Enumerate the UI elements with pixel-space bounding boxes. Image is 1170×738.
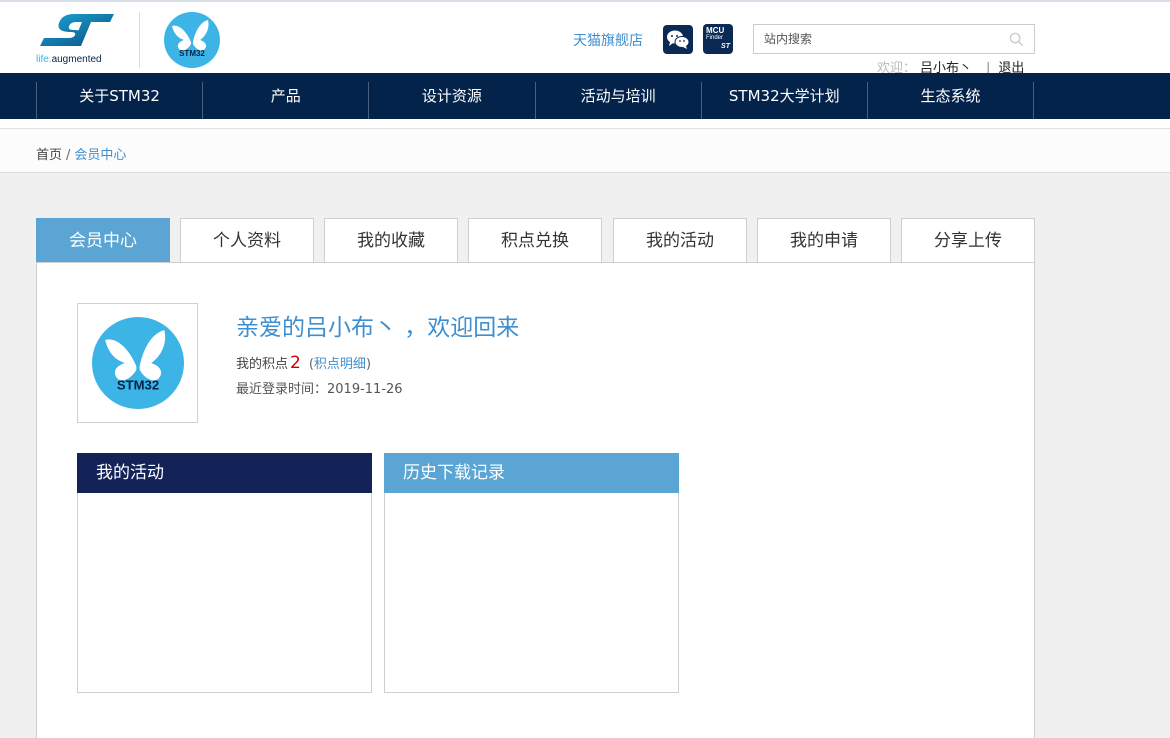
breadcrumb: 首页 / 会员中心 <box>36 144 126 163</box>
mcu-finder-st-mark: ST <box>721 43 730 50</box>
avatar: STM32 <box>77 303 198 423</box>
welcome-title: 亲爱的吕小布丶 ，欢迎回来 <box>236 315 520 341</box>
stm32-logo[interactable]: STM32 <box>164 12 220 68</box>
points-detail-close: ) <box>365 357 372 372</box>
search-box <box>753 24 1035 54</box>
st-logo-icon <box>40 14 114 46</box>
breadcrumb-bar: 首页 / 会员中心 <box>0 128 1170 173</box>
my-activities-box: 我的活动 <box>77 453 372 693</box>
stm32-butterfly-avatar-icon: STM32 <box>92 317 184 409</box>
mcu-finder-button[interactable]: MCU Finder ST <box>703 24 733 54</box>
points-line: 我的积点 2 (积点明细) <box>236 353 371 373</box>
avatar-badge-text: STM32 <box>117 377 159 392</box>
st-logo[interactable]: life.augmented <box>36 12 118 68</box>
breadcrumb-separator: / <box>66 148 71 163</box>
wechat-button[interactable] <box>663 25 693 54</box>
search-icon[interactable] <box>1009 32 1024 47</box>
breadcrumb-current[interactable]: 会员中心 <box>74 148 126 163</box>
stm32-butterfly-icon: STM32 <box>164 12 220 68</box>
points-detail: (积点明细) <box>309 357 371 372</box>
tmall-store-link[interactable]: 天猫旗舰店 <box>573 30 643 50</box>
tab-my-applications[interactable]: 我的申请 <box>757 218 891 263</box>
points-value: 2 <box>290 353 301 373</box>
download-history-box: 历史下载记录 <box>384 453 679 693</box>
member-center-panel: STM32 亲爱的吕小布丶 ，欢迎回来 我的积点 2 (积点明细) 最近登录时间：2… <box>36 262 1035 738</box>
download-history-title: 历史下载记录 <box>384 453 679 493</box>
tab-member-center[interactable]: 会员中心 <box>36 218 170 263</box>
tab-profile[interactable]: 个人资料 <box>180 218 314 263</box>
mcu-finder-subtitle: Finder <box>706 35 724 41</box>
points-detail-link[interactable]: 积点明细 <box>314 357 366 372</box>
site-header: life.augmented STM32 天猫旗舰店 MCU Finder ST <box>0 0 1170 76</box>
search-input[interactable] <box>754 25 1004 53</box>
points-label: 我的积点 <box>236 357 289 372</box>
brand-tagline: life.augmented <box>36 54 102 65</box>
mcu-finder-title: MCU <box>706 26 725 35</box>
breadcrumb-home[interactable]: 首页 <box>36 148 62 163</box>
nav-bottom-strip <box>0 119 1170 128</box>
tab-share-upload[interactable]: 分享上传 <box>901 218 1035 263</box>
tab-my-activities[interactable]: 我的活动 <box>613 218 747 263</box>
logo-divider <box>139 12 140 68</box>
tab-favorites[interactable]: 我的收藏 <box>324 218 458 263</box>
my-activities-title: 我的活动 <box>77 453 372 493</box>
wechat-icon <box>667 30 690 49</box>
last-login: 最近登录时间：2019-11-26 <box>236 382 403 397</box>
stm32-badge-text: STM32 <box>179 49 205 58</box>
tab-points-exchange[interactable]: 积点兑换 <box>468 218 602 263</box>
